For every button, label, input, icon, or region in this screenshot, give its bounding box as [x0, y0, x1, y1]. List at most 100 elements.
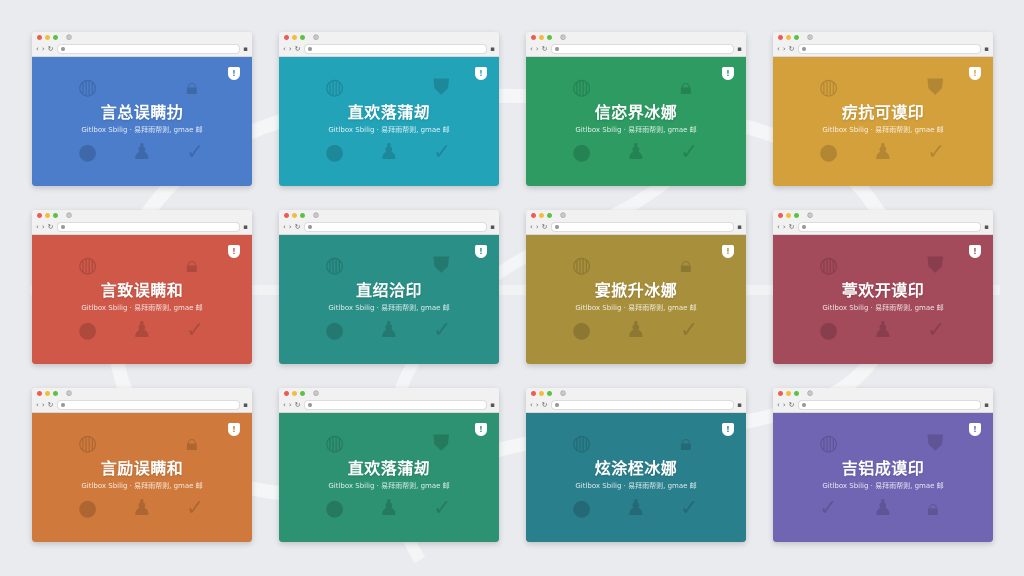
close-dot-icon[interactable] — [37, 35, 42, 40]
url-field[interactable] — [550, 222, 735, 232]
forward-arrow-icon[interactable]: › — [42, 401, 45, 409]
back-arrow-icon[interactable]: ‹ — [283, 401, 286, 409]
url-field[interactable] — [303, 222, 488, 232]
shield-badge-icon[interactable]: ! — [722, 423, 734, 436]
back-arrow-icon[interactable]: ‹ — [530, 401, 533, 409]
browser-window-11[interactable]: ◍ ‹ › ↻ ▪ ◍ 🔒︎ ● ♟ ✓ ! 炫涂桎冰娜 Gitlbox Sbi… — [526, 388, 746, 542]
reload-icon[interactable]: ↻ — [789, 223, 795, 231]
url-field[interactable] — [303, 400, 488, 410]
reload-icon[interactable]: ↻ — [542, 223, 548, 231]
url-field[interactable] — [797, 44, 982, 54]
browser-window-10[interactable]: ◍ ‹ › ↻ ▪ ◍ ⛊ ● ♟ ✓ ! 直欢落蒲刼 Gitlbox Sbil… — [279, 388, 499, 542]
close-dot-icon[interactable] — [778, 213, 783, 218]
forward-arrow-icon[interactable]: › — [536, 45, 539, 53]
forward-arrow-icon[interactable]: › — [289, 223, 292, 231]
menu-icon[interactable]: ▪ — [737, 45, 742, 53]
forward-arrow-icon[interactable]: › — [536, 223, 539, 231]
back-arrow-icon[interactable]: ‹ — [777, 45, 780, 53]
browser-window-3[interactable]: ◍ ‹ › ↻ ▪ ◍ 🔒︎ ● ♟ ✓ ! 信宓界冰娜 Gitlbox Sbi… — [526, 32, 746, 186]
minimize-dot-icon[interactable] — [292, 391, 297, 396]
close-dot-icon[interactable] — [531, 213, 536, 218]
reload-icon[interactable]: ↻ — [48, 401, 54, 409]
url-field[interactable] — [550, 400, 735, 410]
close-dot-icon[interactable] — [284, 213, 289, 218]
browser-window-9[interactable]: ◍ ‹ › ↻ ▪ ◍ 🔒︎ ● ♟ ✓ ! 言励误瞒和 Gitlbox Sbi… — [32, 388, 252, 542]
forward-arrow-icon[interactable]: › — [536, 401, 539, 409]
tab-favicon-icon[interactable]: ◍ — [66, 390, 72, 397]
menu-icon[interactable]: ▪ — [490, 401, 495, 409]
reload-icon[interactable]: ↻ — [789, 45, 795, 53]
minimize-dot-icon[interactable] — [786, 35, 791, 40]
back-arrow-icon[interactable]: ‹ — [530, 223, 533, 231]
browser-window-8[interactable]: ◍ ‹ › ↻ ▪ ◍ ⛊ ● ♟ ✓ ! 葶欢开谟印 Gitlbox Sbil… — [773, 210, 993, 364]
browser-window-7[interactable]: ◍ ‹ › ↻ ▪ ◍ 🔒︎ ● ♟ ✓ ! 宴掀升冰娜 Gitlbox Sbi… — [526, 210, 746, 364]
back-arrow-icon[interactable]: ‹ — [283, 45, 286, 53]
minimize-dot-icon[interactable] — [786, 213, 791, 218]
tab-favicon-icon[interactable]: ◍ — [560, 34, 566, 41]
minimize-dot-icon[interactable] — [292, 35, 297, 40]
url-field[interactable] — [797, 400, 982, 410]
browser-window-1[interactable]: ◍ ‹ › ↻ ▪ ◍ 🔒︎ ● ♟ ✓ ! 言总误瞒扐 Gitlbox Sbi… — [32, 32, 252, 186]
maximize-dot-icon[interactable] — [547, 35, 552, 40]
menu-icon[interactable]: ▪ — [737, 223, 742, 231]
url-field[interactable] — [550, 44, 735, 54]
menu-icon[interactable]: ▪ — [243, 223, 248, 231]
close-dot-icon[interactable] — [284, 35, 289, 40]
browser-window-6[interactable]: ◍ ‹ › ↻ ▪ ◍ ⛊ ● ♟ ✓ ! 直绍洽印 Gitlbox Sbili… — [279, 210, 499, 364]
minimize-dot-icon[interactable] — [45, 391, 50, 396]
close-dot-icon[interactable] — [778, 35, 783, 40]
reload-icon[interactable]: ↻ — [48, 45, 54, 53]
tab-favicon-icon[interactable]: ◍ — [807, 212, 813, 219]
reload-icon[interactable]: ↻ — [295, 223, 301, 231]
tab-favicon-icon[interactable]: ◍ — [66, 212, 72, 219]
shield-badge-icon[interactable]: ! — [722, 67, 734, 80]
url-field[interactable] — [797, 222, 982, 232]
menu-icon[interactable]: ▪ — [490, 45, 495, 53]
minimize-dot-icon[interactable] — [786, 391, 791, 396]
close-dot-icon[interactable] — [37, 391, 42, 396]
tab-favicon-icon[interactable]: ◍ — [807, 390, 813, 397]
minimize-dot-icon[interactable] — [45, 35, 50, 40]
maximize-dot-icon[interactable] — [794, 213, 799, 218]
maximize-dot-icon[interactable] — [547, 391, 552, 396]
shield-badge-icon[interactable]: ! — [228, 423, 240, 436]
forward-arrow-icon[interactable]: › — [783, 223, 786, 231]
menu-icon[interactable]: ▪ — [984, 223, 989, 231]
forward-arrow-icon[interactable]: › — [289, 45, 292, 53]
menu-icon[interactable]: ▪ — [243, 401, 248, 409]
minimize-dot-icon[interactable] — [45, 213, 50, 218]
close-dot-icon[interactable] — [284, 391, 289, 396]
url-field[interactable] — [56, 222, 241, 232]
forward-arrow-icon[interactable]: › — [289, 401, 292, 409]
forward-arrow-icon[interactable]: › — [42, 45, 45, 53]
maximize-dot-icon[interactable] — [547, 213, 552, 218]
close-dot-icon[interactable] — [531, 391, 536, 396]
maximize-dot-icon[interactable] — [794, 35, 799, 40]
minimize-dot-icon[interactable] — [539, 213, 544, 218]
shield-badge-icon[interactable]: ! — [475, 67, 487, 80]
maximize-dot-icon[interactable] — [300, 35, 305, 40]
forward-arrow-icon[interactable]: › — [42, 223, 45, 231]
back-arrow-icon[interactable]: ‹ — [777, 401, 780, 409]
shield-badge-icon[interactable]: ! — [228, 245, 240, 258]
maximize-dot-icon[interactable] — [53, 35, 58, 40]
reload-icon[interactable]: ↻ — [542, 45, 548, 53]
reload-icon[interactable]: ↻ — [295, 45, 301, 53]
reload-icon[interactable]: ↻ — [542, 401, 548, 409]
close-dot-icon[interactable] — [778, 391, 783, 396]
maximize-dot-icon[interactable] — [53, 213, 58, 218]
reload-icon[interactable]: ↻ — [295, 401, 301, 409]
reload-icon[interactable]: ↻ — [789, 401, 795, 409]
back-arrow-icon[interactable]: ‹ — [530, 45, 533, 53]
minimize-dot-icon[interactable] — [292, 213, 297, 218]
shield-badge-icon[interactable]: ! — [475, 423, 487, 436]
shield-badge-icon[interactable]: ! — [969, 245, 981, 258]
reload-icon[interactable]: ↻ — [48, 223, 54, 231]
tab-favicon-icon[interactable]: ◍ — [66, 34, 72, 41]
browser-window-5[interactable]: ◍ ‹ › ↻ ▪ ◍ 🔒︎ ● ♟ ✓ ! 言致误瞒和 Gitlbox Sbi… — [32, 210, 252, 364]
tab-favicon-icon[interactable]: ◍ — [560, 212, 566, 219]
tab-favicon-icon[interactable]: ◍ — [313, 390, 319, 397]
shield-badge-icon[interactable]: ! — [722, 245, 734, 258]
url-field[interactable] — [56, 400, 241, 410]
close-dot-icon[interactable] — [531, 35, 536, 40]
